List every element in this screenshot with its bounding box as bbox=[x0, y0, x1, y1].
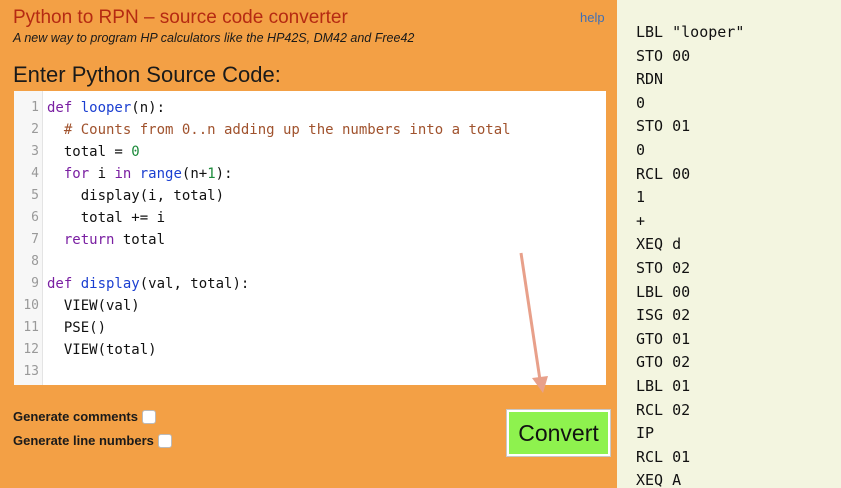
rpn-line: STO 02 bbox=[636, 259, 691, 277]
rpn-line: 0 bbox=[636, 93, 646, 112]
rpn-line: LBL "looper" bbox=[636, 23, 745, 41]
rpn-line: ISG 02 bbox=[636, 306, 691, 325]
rpn-line: GTO 02 bbox=[636, 353, 691, 372]
rpn-line: LBL 01 bbox=[636, 377, 691, 395]
rpn-line: RDN bbox=[636, 70, 664, 89]
rpn-line: XEQ d bbox=[636, 235, 682, 254]
rpn-line: + bbox=[636, 211, 646, 230]
rpn-output-panel: LBL "looper" STO 00 RDN 0 STO 01 0 RCL 00 1 + XEQ… bbox=[617, 0, 841, 488]
rpn-line: RCL 02 bbox=[636, 400, 691, 419]
rpn-line: STO 01 bbox=[636, 117, 691, 136]
input-panel: Python to RPN – source code converter A … bbox=[0, 0, 617, 488]
rpn-line: LBL 00 bbox=[636, 282, 691, 301]
rpn-line: 0 bbox=[636, 141, 646, 159]
rpn-line: 1 bbox=[636, 188, 646, 207]
rpn-line: IP bbox=[636, 424, 655, 443]
rpn-line: RCL 00 bbox=[636, 164, 691, 183]
annotation-arrow bbox=[519, 252, 548, 393]
rpn-line: GTO 01 bbox=[636, 329, 691, 348]
rpn-line: STO 00 bbox=[636, 46, 691, 65]
rpn-line: XEQ A bbox=[636, 471, 682, 488]
rpn-line: RCL 01 bbox=[636, 447, 691, 466]
